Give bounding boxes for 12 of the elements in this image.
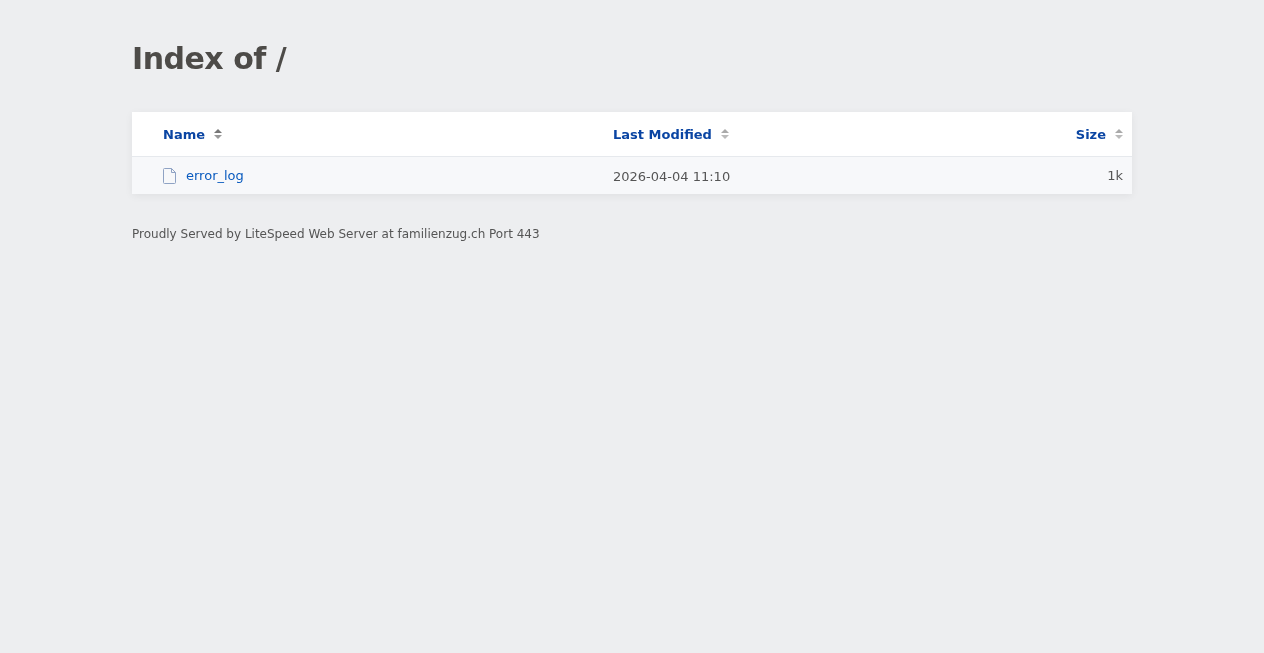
file-size: 1k [1107,168,1124,183]
sort-icon [1115,129,1123,139]
column-header[interactable]: Size [1075,126,1123,142]
sort-icon [214,129,222,139]
sort-icon [720,129,729,139]
modified-date: 2026-04-04 11:10 [613,169,731,184]
server-footer: Proudly Served by LiteSpeed Web Server at familienzug.ch Port 443 [132,227,1132,241]
page-title: Index of / [132,40,288,78]
file-icon [163,167,176,184]
column-header[interactable]: Last Modified [613,126,729,142]
column-header[interactable]: Name [163,126,222,142]
file-link[interactable]: error_log [186,168,244,183]
